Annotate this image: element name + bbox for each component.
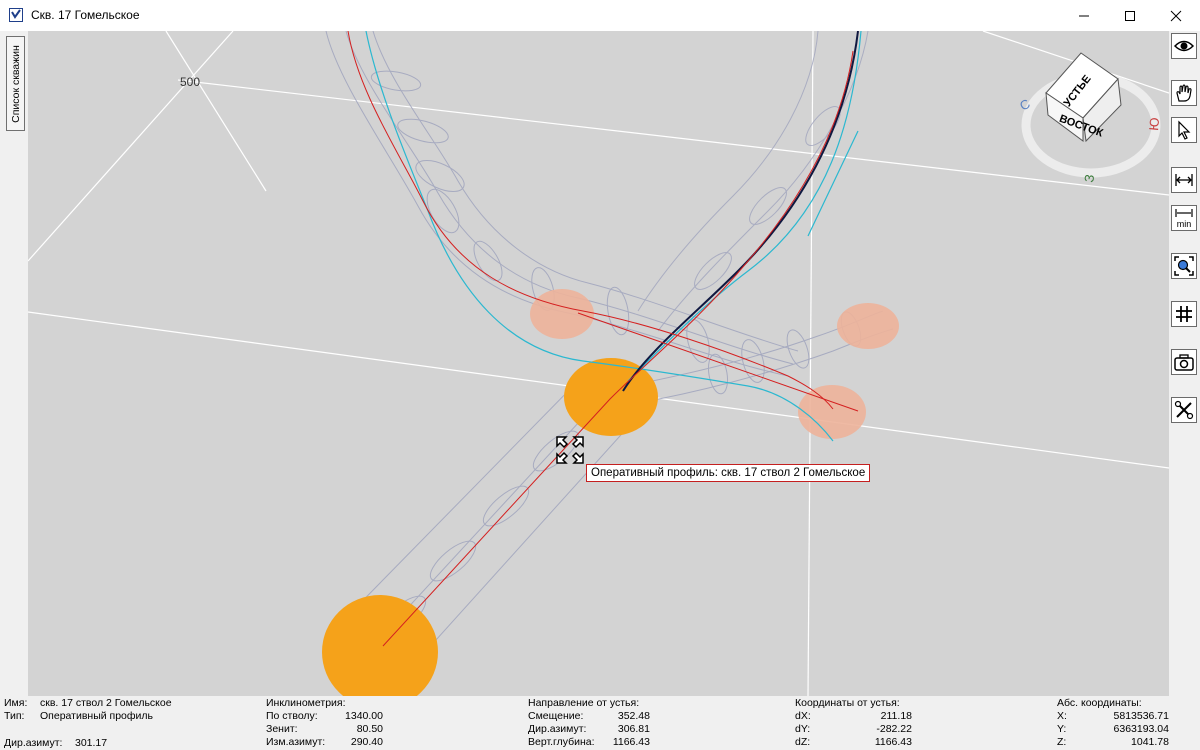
target-circle — [837, 303, 899, 349]
measure-icon[interactable] — [1171, 167, 1197, 193]
coords-row-value: 211.18 — [880, 710, 912, 722]
direction-row-value: 1166.43 — [612, 736, 650, 748]
abs-row-label: Z: — [1057, 736, 1067, 748]
wells-list-tab-label: Список скважин — [9, 44, 22, 123]
inclinometry-row-value: 80.50 — [356, 723, 383, 735]
camera-icon[interactable] — [1171, 349, 1197, 375]
window-title: Скв. 17 Гомельское — [31, 8, 140, 22]
wells-list-tab[interactable]: Список скважин — [6, 36, 25, 131]
name-value: скв. 17 ствол 2 Гомельское — [40, 697, 172, 709]
direction-row-label: Смещение: — [528, 710, 584, 722]
abs-row-label: Y: — [1057, 723, 1067, 735]
diagonal-wellbore-tube — [637, 31, 869, 332]
target-circle-active — [322, 595, 438, 696]
maximize-button[interactable] — [1107, 0, 1153, 31]
coords-header: Координаты от устья: — [795, 697, 900, 709]
direction-row-label: Верт.глубина: — [528, 736, 595, 748]
inclinometry-row-label: По стволу: — [266, 710, 318, 722]
orientation-gizmo[interactable]: УСТЬЕ ВОСТОК С Ю З — [1008, 43, 1168, 203]
app-icon — [9, 8, 23, 22]
target-circle — [530, 289, 594, 339]
tools-icon[interactable] — [1171, 397, 1197, 423]
coords-row-value: 1166.43 — [874, 736, 912, 748]
type-value: Оперативный профиль — [40, 710, 153, 722]
resize-cursor-icon — [556, 436, 584, 464]
coords-row-label: dY: — [795, 723, 811, 735]
direction-header: Направление от устья: — [528, 697, 640, 709]
hand-icon[interactable] — [1171, 80, 1197, 106]
zoom-fit-icon[interactable] — [1171, 253, 1197, 279]
measure-min-icon[interactable]: min — [1171, 205, 1197, 231]
abs-row-value: 1041.78 — [1131, 736, 1169, 748]
dir-azimuth-label: Дир.азимут: — [4, 737, 63, 749]
pointer-icon[interactable] — [1171, 117, 1197, 143]
direction-row-label: Дир.азимут: — [528, 723, 587, 735]
grid-label-500: 500 — [180, 75, 200, 89]
measure-min-label: min — [1177, 219, 1192, 228]
abs-row-label: X: — [1057, 710, 1067, 722]
type-label: Тип: — [4, 710, 25, 722]
eye-icon[interactable] — [1171, 33, 1197, 59]
coords-row-label: dX: — [795, 710, 811, 722]
inclinometry-row-value: 1340.00 — [345, 710, 383, 722]
coords-row-value: -282.22 — [876, 723, 912, 735]
object-tooltip: Оперативный профиль: скв. 17 ствол 2 Гом… — [586, 464, 871, 482]
operational-profile-lines — [347, 31, 859, 647]
direction-row-value: 352.48 — [617, 710, 650, 722]
grid-icon[interactable] — [1171, 301, 1197, 327]
status-bar: Имя: скв. 17 ствол 2 Гомельское Тип: Опе… — [0, 696, 1200, 750]
3d-viewport[interactable]: 500 УСТЬЕ ВОСТОК С Ю З Оперативный профи… — [28, 31, 1169, 696]
right-toolbar: min — [1169, 31, 1200, 696]
inclinometry-row-label: Изм.азимут: — [266, 736, 326, 748]
abs-row-value: 5813536.71 — [1113, 710, 1169, 722]
minimize-button[interactable] — [1061, 0, 1107, 31]
name-label: Имя: — [4, 697, 28, 709]
close-button[interactable] — [1153, 0, 1199, 31]
abs-row-value: 6363193.04 — [1113, 723, 1169, 735]
dir-azimuth-value: 301.17 — [75, 737, 108, 749]
coords-row-label: dZ: — [795, 736, 811, 748]
title-bar: Скв. 17 Гомельское — [0, 0, 1200, 31]
inclinometry-row-value: 290.40 — [350, 736, 383, 748]
abs-header: Абс. координаты: — [1057, 697, 1142, 709]
actual-trajectory — [622, 31, 859, 392]
inclinometry-header: Инклинометрия: — [266, 697, 346, 709]
direction-row-value: 306.81 — [617, 723, 650, 735]
compass-south-label: Ю — [1146, 117, 1162, 131]
inclinometry-row-label: Зенит: — [266, 723, 298, 735]
